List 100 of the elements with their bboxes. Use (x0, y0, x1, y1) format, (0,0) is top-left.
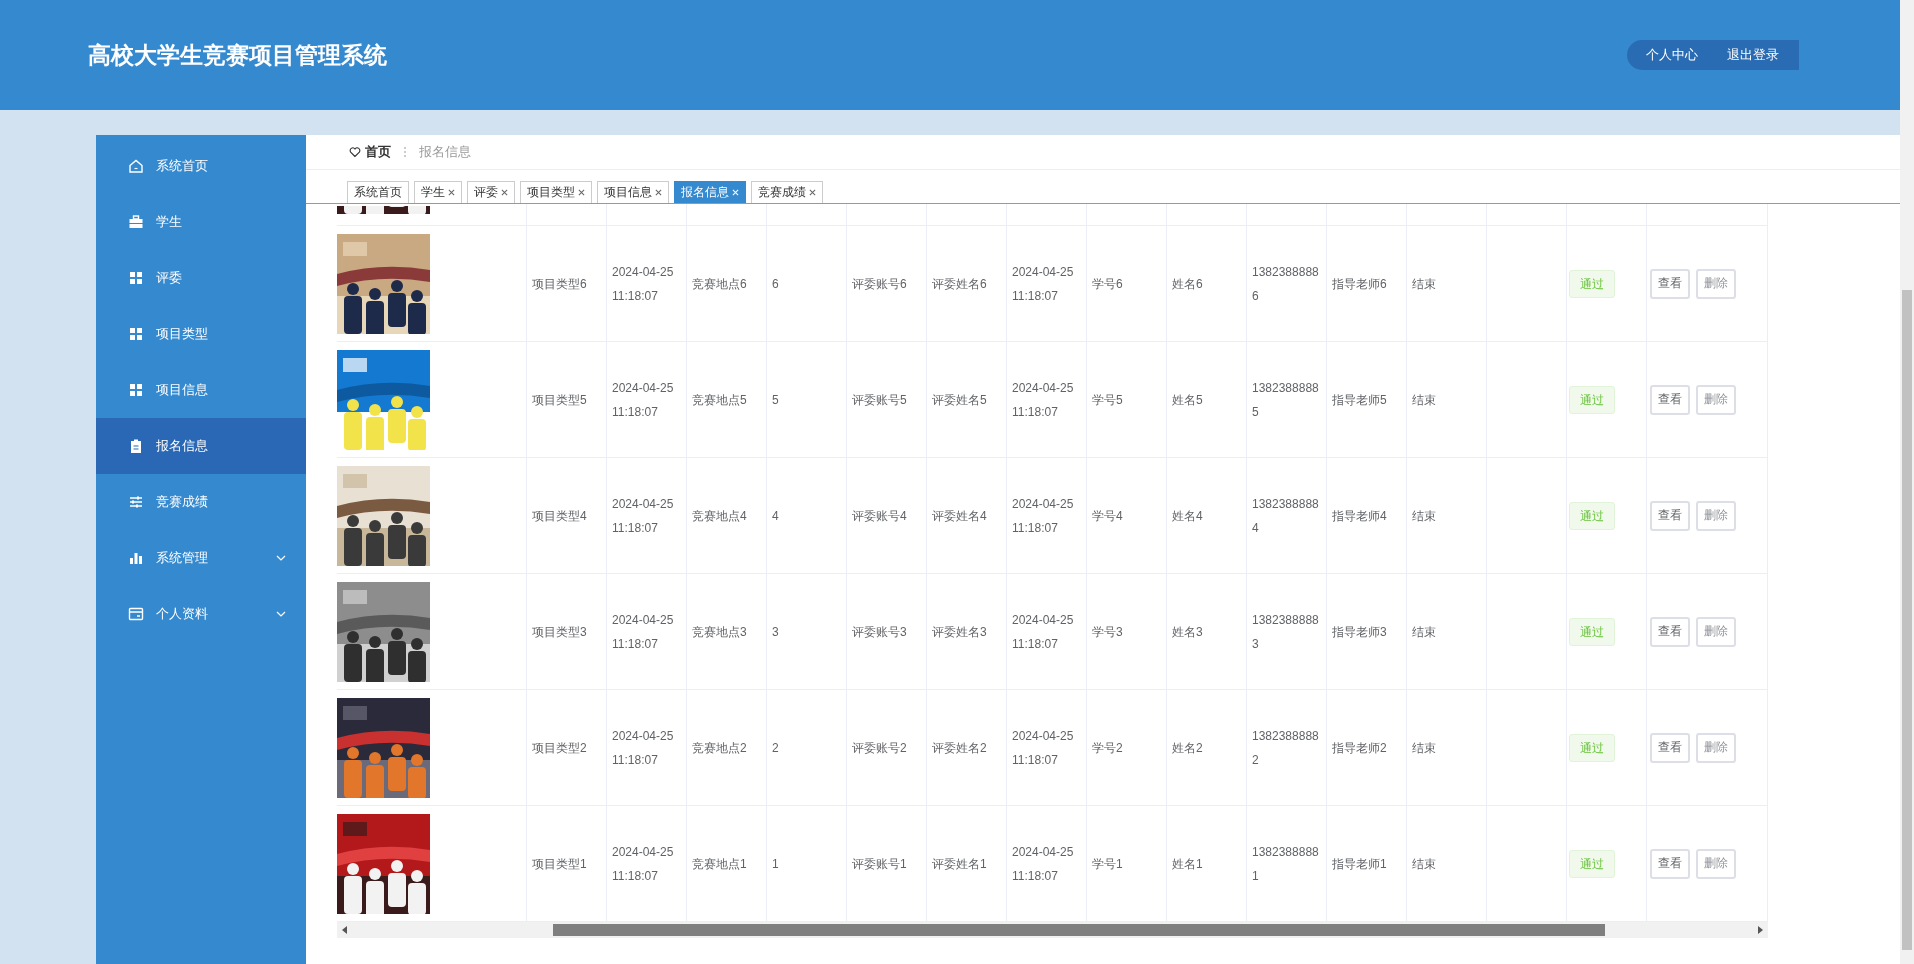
table-cell: 评委账号5 (847, 342, 927, 457)
tab[interactable]: 项目信息 (597, 181, 669, 203)
delete-button[interactable]: 删除 (1696, 848, 1736, 879)
table-cell: 评委姓名2 (927, 690, 1007, 805)
table-cell: 姓名2 (1167, 690, 1247, 805)
sidebar-item[interactable]: 学生 (96, 194, 306, 250)
table-cell: 指导老师6 (1327, 226, 1407, 341)
table-cell: 2024-04-25 11:18:07 (1007, 342, 1087, 457)
table-cell: 指导老师1 (1327, 806, 1407, 921)
tab[interactable]: 竞赛成绩 (751, 181, 823, 203)
scrollbar-thumb[interactable] (553, 924, 1605, 936)
close-icon[interactable] (578, 189, 585, 196)
delete-button[interactable]: 删除 (1696, 268, 1736, 299)
table-cell: 竞赛地点3 (687, 574, 767, 689)
table-cell: 2024-04-25 11:18:07 (607, 690, 687, 805)
sidebar-item-label[interactable]: 系统管理 (156, 549, 208, 567)
close-icon[interactable] (655, 189, 662, 196)
delete-button[interactable]: 删除 (1696, 500, 1736, 531)
table-cell: 学号6 (1087, 226, 1167, 341)
view-button[interactable]: 查看 (1650, 616, 1690, 647)
table-cell: 项目类型1 (527, 806, 607, 921)
table-cell: 2024-04-25 11:18:07 (1007, 458, 1087, 573)
table-cell: 指导老师3 (1327, 574, 1407, 689)
sidebar-item-label[interactable]: 个人资料 (156, 605, 208, 623)
delete-button[interactable]: 删除 (1696, 384, 1736, 415)
vertical-scrollbar[interactable] (1900, 0, 1914, 964)
table-cell: 姓名3 (1167, 574, 1247, 689)
sidebar-item[interactable]: 竞赛成绩 (96, 474, 306, 530)
tab[interactable]: 项目类型 (520, 181, 592, 203)
view-button[interactable]: 查看 (1650, 500, 1690, 531)
table-cell: 5 (767, 342, 847, 457)
table-cell: 2024-04-25 11:18:07 (607, 458, 687, 573)
table-cell: 竞赛地点5 (687, 342, 767, 457)
table-cell: 学号5 (1087, 342, 1167, 457)
close-icon[interactable] (809, 189, 816, 196)
scroll-left-arrow-icon[interactable] (342, 926, 348, 934)
sidebar-item-label[interactable]: 系统首页 (156, 157, 208, 175)
table-cell: 姓名4 (1167, 458, 1247, 573)
table-cell: 13823888884 (1247, 458, 1327, 573)
sidebar-item[interactable]: 系统管理 (96, 530, 306, 586)
sidebar-item[interactable]: 个人资料 (96, 586, 306, 642)
close-icon[interactable] (448, 189, 455, 196)
scrollbar-thumb[interactable] (1902, 290, 1912, 950)
table-cell: 结束 (1407, 226, 1487, 341)
sidebar-item-label[interactable]: 项目类型 (156, 325, 208, 343)
table-cell: 13823888886 (1247, 226, 1327, 341)
table-cell: 2024-04-25 11:18:07 (607, 806, 687, 921)
tab[interactable]: 评委 (467, 181, 515, 203)
briefcase-icon (128, 214, 144, 230)
home-icon (128, 158, 144, 174)
table-cell: 指导老师4 (1327, 458, 1407, 573)
scroll-right-arrow-icon[interactable] (1757, 926, 1763, 934)
delete-button[interactable]: 删除 (1696, 616, 1736, 647)
table-cell: 13823888882 (1247, 690, 1327, 805)
table-cell: 结束 (1407, 690, 1487, 805)
sidebar-item-label[interactable]: 评委 (156, 269, 182, 287)
sidebar-item[interactable]: 项目信息 (96, 362, 306, 418)
sidebar-item-label[interactable]: 项目信息 (156, 381, 208, 399)
table-cell: 评委姓名4 (927, 458, 1007, 573)
table-cell: 项目类型2 (527, 690, 607, 805)
view-button[interactable]: 查看 (1650, 732, 1690, 763)
sidebar-item[interactable]: 评委 (96, 250, 306, 306)
header-link[interactable]: 个人中心 (1646, 46, 1698, 64)
app-title: 高校大学生竞赛项目管理系统 (88, 40, 387, 70)
table-cell: 项目类型3 (527, 574, 607, 689)
table-cell: 评委账号2 (847, 690, 927, 805)
status-tag: 通过 (1569, 733, 1615, 762)
table-cell: 2024-04-25 11:18:07 (1007, 806, 1087, 921)
table-cell: 结束 (1407, 806, 1487, 921)
delete-button[interactable]: 删除 (1696, 732, 1736, 763)
table-cell: 结束 (1407, 458, 1487, 573)
table-cell: 评委账号4 (847, 458, 927, 573)
table-cell: 项目类型4 (527, 458, 607, 573)
horizontal-scrollbar[interactable] (337, 922, 1768, 938)
sidebar-item-label[interactable]: 竞赛成绩 (156, 493, 208, 511)
table-cell: 学号3 (1087, 574, 1167, 689)
sidebar-item[interactable]: 系统首页 (96, 138, 306, 194)
view-button[interactable]: 查看 (1650, 848, 1690, 879)
sidebar-item[interactable]: 报名信息 (96, 418, 306, 474)
tab[interactable]: 学生 (414, 181, 462, 203)
close-icon[interactable] (501, 189, 508, 196)
breadcrumb-home-link[interactable]: 首页 (365, 143, 391, 161)
view-button[interactable]: 查看 (1650, 268, 1690, 299)
tab[interactable]: 报名信息 (674, 181, 746, 203)
table-cell: 2024-04-25 11:18:07 (607, 342, 687, 457)
table-cell: 竞赛地点2 (687, 690, 767, 805)
sidebar-item-label[interactable]: 学生 (156, 213, 182, 231)
sidebar-item[interactable]: 项目类型 (96, 306, 306, 362)
table-cell: 竞赛地点4 (687, 458, 767, 573)
table-cell: 13823888885 (1247, 342, 1327, 457)
breadcrumb-separator-icon (403, 145, 407, 159)
sidebar-item-label[interactable]: 报名信息 (156, 437, 208, 455)
view-button[interactable]: 查看 (1650, 384, 1690, 415)
table-cell: 6 (767, 226, 847, 341)
tab[interactable]: 系统首页 (347, 181, 409, 203)
table-cell: 2024-04-25 11:18:07 (1007, 226, 1087, 341)
table-cell: 1 (767, 806, 847, 921)
status-tag: 通过 (1569, 269, 1615, 298)
table-cell: 4 (767, 458, 847, 573)
header-link[interactable]: 退出登录 (1727, 46, 1779, 64)
